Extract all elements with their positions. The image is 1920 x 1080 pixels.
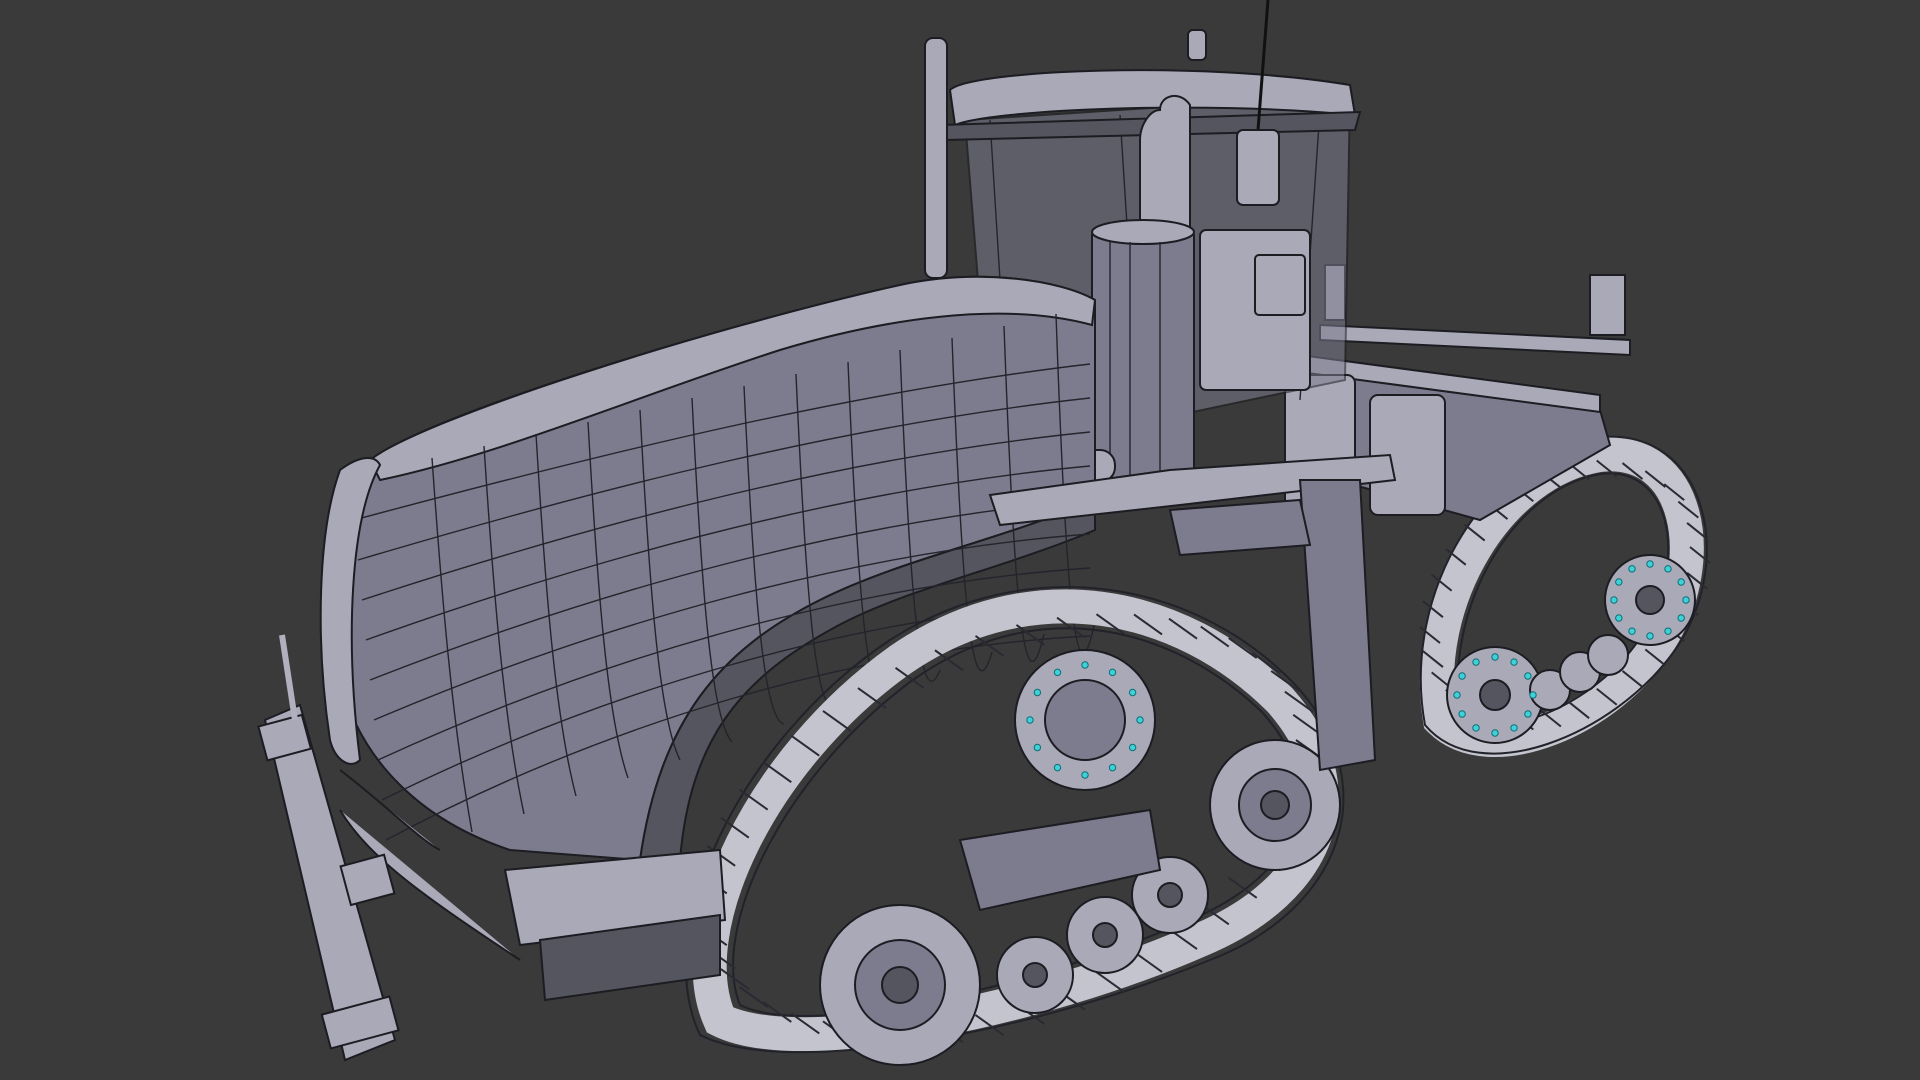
selected-vertex [1458, 710, 1466, 718]
selected-vertex [1128, 688, 1137, 697]
selected-vertex [1664, 565, 1672, 573]
rear-hitch-bar [1319, 323, 1631, 357]
selected-vertex [1453, 691, 1461, 699]
cab-pillar [924, 37, 948, 279]
selected-vertex [1033, 743, 1042, 752]
mirror [1236, 129, 1280, 206]
selected-vertex [1628, 565, 1636, 573]
selected-vertex [1081, 661, 1089, 669]
selected-vertex [1053, 763, 1062, 772]
selected-vertex [1136, 716, 1144, 724]
beacon-light [1187, 29, 1207, 61]
front-track-assembly[interactable] [685, 560, 1690, 1066]
track-tread [739, 986, 769, 1008]
selected-vertex [1081, 771, 1089, 779]
selected-vertex [1108, 668, 1117, 677]
selected-vertex [1128, 743, 1137, 752]
engine-hood[interactable] [319, 275, 1097, 862]
selected-vertex [1472, 658, 1480, 666]
selected-vertex [1646, 632, 1654, 640]
selected-vertex [1033, 688, 1042, 697]
selected-vertex [1026, 716, 1034, 724]
selected-vertex [1524, 672, 1532, 680]
selected-vertex [1529, 691, 1537, 699]
front-idler-hub [881, 966, 919, 1004]
selected-vertex [1628, 627, 1636, 635]
rear-roller-3 [1587, 634, 1629, 676]
selected-vertex [1615, 614, 1623, 622]
track-tread [1228, 877, 1258, 899]
selected-vertex [1510, 724, 1518, 732]
tractor-model[interactable] [0, 0, 1920, 1080]
rear-wheel-hub [1479, 679, 1511, 711]
selected-vertex [1677, 578, 1685, 586]
selected-vertex [1491, 653, 1499, 661]
bogie-frame [958, 808, 1162, 912]
track-tread [1015, 624, 1046, 646]
rear-light-bracket [1589, 274, 1626, 336]
selected-vertex [1677, 614, 1685, 622]
rear-idler-hub [1635, 585, 1665, 615]
selected-vertex [1646, 560, 1654, 568]
selected-vertex [1053, 668, 1062, 677]
selected-vertex [1108, 763, 1117, 772]
selected-vertex [1682, 596, 1690, 604]
3d-viewport[interactable] [0, 0, 1920, 1080]
selected-vertex [1458, 672, 1466, 680]
selected-vertex [1610, 596, 1618, 604]
selected-vertex [1510, 658, 1518, 666]
selected-vertex [1615, 578, 1623, 586]
idler-hub [1260, 790, 1290, 820]
selected-vertex [1524, 710, 1532, 718]
selected-vertex [1491, 729, 1499, 737]
selected-vertex [1664, 627, 1672, 635]
selected-vertex [1472, 724, 1480, 732]
front-marker-rod [279, 634, 298, 721]
